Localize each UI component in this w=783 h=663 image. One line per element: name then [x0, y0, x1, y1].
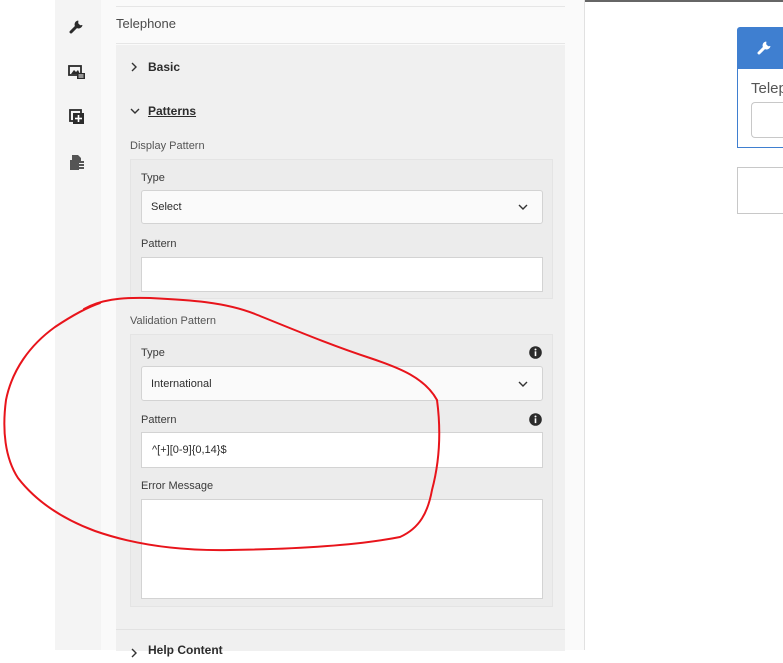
- validation-pattern-input[interactable]: ^[+][0-9]{0,14}$: [141, 432, 543, 468]
- accordion-help-content-label: Help Content: [148, 643, 223, 657]
- properties-panel: Telephone Basic Patterns Display Pattern…: [101, 0, 585, 658]
- component-input[interactable]: [751, 102, 783, 138]
- display-type-select[interactable]: Select: [141, 190, 543, 224]
- chevron-down-icon: [518, 380, 528, 388]
- validation-pattern-heading: Validation Pattern: [130, 315, 217, 327]
- display-pattern-input[interactable]: [141, 257, 543, 292]
- patterns-body: Display Pattern Type Select Pattern Vali…: [116, 132, 565, 629]
- component-configure-button[interactable]: [737, 27, 783, 68]
- accordion-patterns[interactable]: Patterns: [116, 89, 565, 133]
- wrench-icon[interactable]: [67, 16, 87, 36]
- accordion-patterns-label: Patterns: [148, 104, 197, 118]
- validation-pattern-group: Type International Pattern ^[+][0-9]{0,1…: [130, 334, 553, 607]
- accordion-basic-label: Basic: [148, 60, 181, 74]
- chevron-down-icon: [518, 203, 528, 211]
- validation-pattern-label: Pattern: [141, 414, 177, 426]
- display-pattern-label: Pattern: [141, 238, 177, 250]
- divider: [116, 6, 565, 7]
- validation-type-value: International: [151, 377, 212, 390]
- canvas-border: [585, 0, 783, 2]
- display-pattern-group: Type Select Pattern: [130, 159, 553, 299]
- validation-type-select[interactable]: International: [141, 366, 543, 401]
- chevron-down-icon: [130, 107, 140, 115]
- accordion-help-content[interactable]: Help Content: [116, 629, 565, 658]
- chevron-right-icon: [130, 645, 138, 663]
- next-component[interactable]: [737, 167, 783, 214]
- icon-rail: [55, 0, 102, 650]
- component-label: Telep: [751, 80, 783, 97]
- accordion-basic[interactable]: Basic: [116, 45, 565, 89]
- editor-canvas: Telep: [585, 0, 783, 650]
- error-message-textarea[interactable]: [141, 499, 543, 599]
- panel-title: Telephone: [116, 16, 176, 31]
- content-tree-icon[interactable]: [67, 152, 87, 172]
- telephone-component[interactable]: Telep: [737, 68, 783, 148]
- info-icon[interactable]: [529, 413, 542, 426]
- display-pattern-heading: Display Pattern: [130, 140, 205, 152]
- display-type-label: Type: [141, 172, 165, 184]
- info-icon[interactable]: [529, 346, 542, 359]
- display-type-value: Select: [151, 201, 182, 213]
- validation-type-label: Type: [141, 347, 165, 359]
- chevron-right-icon: [130, 62, 140, 72]
- wrench-icon: [757, 39, 773, 60]
- error-message-label: Error Message: [141, 480, 214, 492]
- divider: [116, 43, 565, 44]
- image-settings-icon[interactable]: [67, 62, 87, 82]
- add-component-icon[interactable]: [67, 107, 87, 127]
